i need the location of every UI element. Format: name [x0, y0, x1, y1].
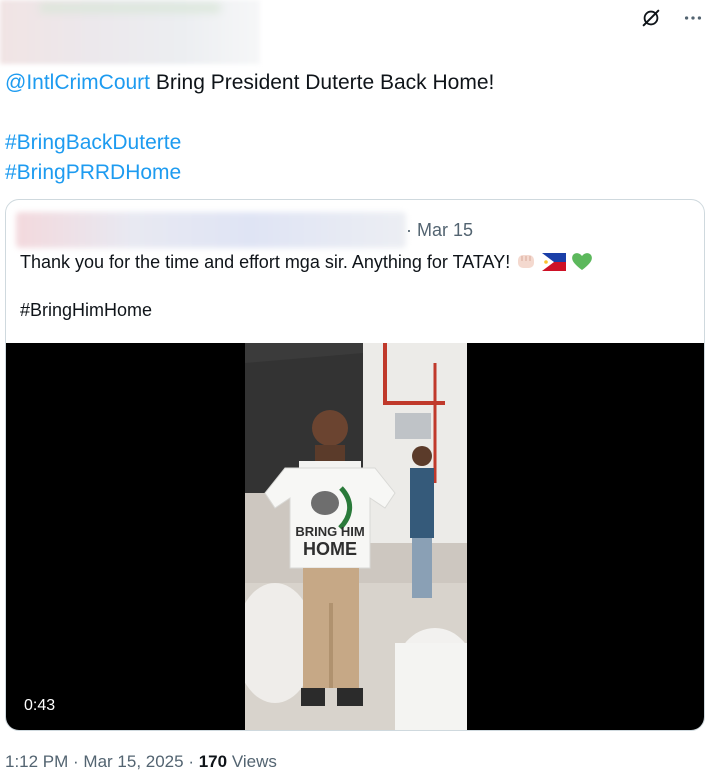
shirt-text-line1: BRING HIM: [295, 524, 364, 539]
grok-icon[interactable]: [639, 6, 663, 30]
quoted-text-content: Thank you for the time and effort mga si…: [20, 252, 511, 272]
separator: ·: [183, 752, 199, 771]
mention-link[interactable]: @IntlCrimCourt: [5, 71, 150, 94]
fist-emoji: [515, 251, 537, 277]
blurred-author-header: [0, 0, 260, 64]
blurred-quoted-author: [16, 212, 406, 248]
quoted-date[interactable]: · Mar 15: [406, 220, 473, 241]
more-icon[interactable]: [681, 6, 705, 30]
tweet-date[interactable]: Mar 15, 2025: [83, 752, 183, 771]
hashtag-bringprrdhome[interactable]: #BringPRRDHome: [5, 161, 181, 184]
separator: ·: [68, 752, 84, 771]
tweet-meta: 1:12 PM · Mar 15, 2025 · 170 Views: [5, 752, 277, 772]
philippines-flag-emoji: [542, 253, 567, 277]
quoted-text: Thank you for the time and effort mga si…: [20, 250, 593, 277]
shirt-text-line2: HOME: [303, 539, 357, 559]
video-duration: 0:43: [24, 697, 56, 714]
views-label: Views: [227, 752, 277, 771]
video-player[interactable]: BRING HIM HOME 0:43: [6, 343, 704, 730]
tweet-time[interactable]: 1:12 PM: [5, 752, 68, 771]
hashtag-bringbackduterte[interactable]: #BringBackDuterte: [5, 131, 181, 154]
video-scene-illustration: BRING HIM HOME: [245, 343, 467, 730]
blur-band: [40, 4, 220, 12]
tweet-actions-top: [639, 6, 705, 30]
tweet-text: Bring President Duterte Back Home!: [155, 71, 495, 94]
green-heart-emoji: [571, 251, 593, 277]
quoted-hashtag[interactable]: #BringHimHome: [20, 298, 152, 322]
tweet-body: @IntlCrimCourt Bring President Duterte B…: [5, 68, 705, 188]
video-frame: BRING HIM HOME: [245, 343, 467, 730]
views-count: 170: [198, 752, 228, 771]
quoted-tweet[interactable]: · Mar 15 Thank you for the time and effo…: [5, 199, 705, 731]
